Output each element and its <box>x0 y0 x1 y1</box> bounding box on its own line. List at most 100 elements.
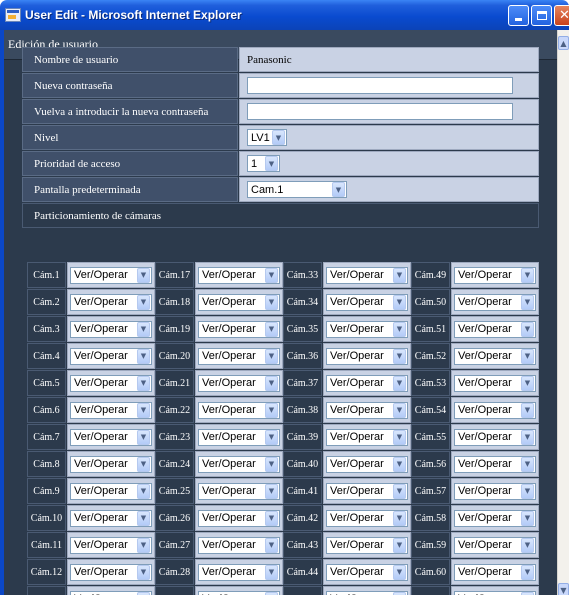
chevron-down-icon: ▼ <box>521 321 534 337</box>
camera-row: Cám.12 Ver/Operar ▼ Cám.28 Ver/Operar ▼ Cám.44… <box>27 559 539 585</box>
chevron-down-icon: ▼ <box>521 375 534 391</box>
camera-permission-value: Ver/Operar <box>74 323 128 335</box>
access-priority-select[interactable]: 1 ▼ <box>247 155 280 172</box>
camera-permission-select[interactable]: Ver/Operar▼ <box>70 320 152 338</box>
camera-permission-select[interactable]: Ver/Operar▼ <box>326 536 408 554</box>
camera-permission-select[interactable]: Ver/Operar▼ <box>454 482 536 500</box>
camera-permission-select[interactable]: Ver/Operar▼ <box>70 401 152 419</box>
camera-label: Cám.51 <box>411 316 450 342</box>
camera-label: Cám.33 <box>283 262 322 288</box>
camera-cell: Cám.2 Ver/Operar ▼ <box>27 289 155 315</box>
camera-permission-select[interactable]: Ver/Operar▼ <box>326 428 408 446</box>
camera-permission-select[interactable]: Ver/Operar▼ <box>454 509 536 527</box>
camera-label: Cám.38 <box>283 397 322 423</box>
camera-permission-select[interactable]: Ver/Operar▼ <box>326 374 408 392</box>
level-label: Nivel <box>22 125 238 150</box>
camera-permission-select[interactable]: Ver/Operar▼ <box>326 266 408 284</box>
camera-permission-select[interactable]: Ver/Operar▼ <box>70 374 152 392</box>
maximize-button[interactable] <box>531 5 552 26</box>
ie-window-icon <box>5 8 21 22</box>
camera-permission-select[interactable]: Ver/Operar▼ <box>70 590 152 595</box>
camera-permission-value: Ver/Operar <box>330 269 384 281</box>
camera-permission-value: Ver/Operar <box>458 566 512 578</box>
camera-permission-select[interactable]: Ver/Operar▼ <box>454 590 536 595</box>
camera-permission-select[interactable]: Ver/Operar▼ <box>326 590 408 595</box>
camera-permission-select[interactable]: Ver/Operar▼ <box>198 320 280 338</box>
camera-permission-select[interactable]: Ver/Operar▼ <box>198 536 280 554</box>
camera-permission-select[interactable]: Ver/Operar▼ <box>454 401 536 419</box>
camera-permission-select[interactable]: Ver/Operar▼ <box>454 428 536 446</box>
camera-cell: Cám.55 Ver/Operar ▼ <box>411 424 539 450</box>
camera-permission-cell: Ver/Operar▼ <box>451 316 539 342</box>
window-titlebar[interactable]: User Edit - Microsoft Internet Explorer … <box>0 0 569 30</box>
camera-permission-select[interactable]: Ver/Operar▼ <box>326 509 408 527</box>
camera-permission-select[interactable]: Ver/Operar▼ <box>198 509 280 527</box>
chevron-down-icon: ▼ <box>265 456 278 472</box>
scroll-down-button[interactable]: ▼ <box>558 583 569 595</box>
camera-permission-value: Ver/Operar <box>330 296 384 308</box>
camera-permission-select[interactable]: Ver/Operar▼ <box>454 347 536 365</box>
camera-permission-select[interactable]: Ver/Operar▼ <box>198 401 280 419</box>
camera-permission-select[interactable]: Ver/Operar▼ <box>454 455 536 473</box>
camera-permission-select[interactable]: Ver/Operar▼ <box>326 320 408 338</box>
camera-permission-select[interactable]: Ver/Operar▼ <box>326 347 408 365</box>
camera-row: Cám.4 Ver/Operar ▼ Cám.20 Ver/Operar ▼ Cám.36 V… <box>27 343 539 369</box>
scroll-up-button[interactable]: ▲ <box>558 36 569 50</box>
camera-permission-select[interactable]: Ver/Operar▼ <box>454 536 536 554</box>
camera-permission-select[interactable]: Ver/Operar▼ <box>198 347 280 365</box>
camera-permission-select[interactable]: Ver/Operar▼ <box>454 266 536 284</box>
camera-permission-select[interactable]: Ver/Operar▼ <box>454 293 536 311</box>
camera-permission-select[interactable]: Ver/Operar▼ <box>326 293 408 311</box>
camera-permission-select[interactable]: Ver/Operar▼ <box>70 563 152 581</box>
camera-permission-select[interactable]: Ver/Operar▼ <box>70 347 152 365</box>
confirm-password-field[interactable] <box>247 103 513 120</box>
camera-cell: Cám.21 Ver/Operar ▼ <box>155 370 283 396</box>
camera-permission-select[interactable]: Ver/Operar▼ <box>198 590 280 595</box>
camera-permission-select[interactable]: Ver/Operar▼ <box>70 266 152 284</box>
chevron-down-icon: ▼ <box>137 591 150 595</box>
vertical-scrollbar[interactable]: ▲ ▼ <box>557 30 569 595</box>
new-password-field[interactable] <box>247 77 513 94</box>
camera-permission-select[interactable]: Ver/Operar▼ <box>198 428 280 446</box>
camera-label: Cám.20 <box>155 343 194 369</box>
level-select[interactable]: LV1 ▼ <box>247 129 287 146</box>
minimize-button[interactable] <box>508 5 529 26</box>
camera-permission-cell: Ver/Operar▼ <box>67 586 155 595</box>
camera-permission-select[interactable]: Ver/Operar▼ <box>70 536 152 554</box>
camera-permission-select[interactable]: Ver/Operar▼ <box>198 563 280 581</box>
camera-permission-select[interactable]: Ver/Operar▼ <box>198 374 280 392</box>
camera-permission-select[interactable]: Ver/Operar▼ <box>198 455 280 473</box>
camera-permission-select[interactable]: Ver/Operar▼ <box>326 401 408 419</box>
camera-permission-select[interactable]: Ver/Operar▼ <box>70 482 152 500</box>
camera-label: Cám.12 <box>27 559 66 585</box>
camera-permission-select[interactable]: Ver/Operar▼ <box>326 482 408 500</box>
close-button[interactable]: ✕ <box>554 5 569 26</box>
camera-permission-select[interactable]: Ver/Operar▼ <box>70 455 152 473</box>
camera-permission-select[interactable]: Ver/Operar▼ <box>198 482 280 500</box>
camera-permission-cell: Ver/Operar▼ <box>451 424 539 450</box>
camera-permission-cell: Ver/Operar▼ <box>323 397 411 423</box>
camera-permission-select[interactable]: Ver/Operar▼ <box>326 455 408 473</box>
camera-cell: Cám.37 Ver/Operar ▼ <box>283 370 411 396</box>
camera-permission-select[interactable]: Ver/Operar▼ <box>70 428 152 446</box>
camera-cell: Cám.35 Ver/Operar ▼ <box>283 316 411 342</box>
form-row-new-password: Nueva contraseña <box>22 73 539 98</box>
camera-label: Cám.7 <box>27 424 66 450</box>
chevron-down-icon: ▼ <box>137 456 150 472</box>
camera-permission-value: Ver/Operar <box>202 566 256 578</box>
camera-cell: Cám.19 Ver/Operar ▼ <box>155 316 283 342</box>
camera-cell: Cám.36 Ver/Operar ▼ <box>283 343 411 369</box>
camera-permission-select[interactable]: Ver/Operar▼ <box>454 563 536 581</box>
camera-permission-select[interactable]: Ver/Operar▼ <box>454 374 536 392</box>
camera-permission-select[interactable]: Ver/Operar▼ <box>70 293 152 311</box>
default-screen-select[interactable]: Cam.1 ▼ <box>247 181 347 198</box>
camera-cell: Cám.9 Ver/Operar ▼ <box>27 478 155 504</box>
camera-permission-select[interactable]: Ver/Operar▼ <box>454 320 536 338</box>
level-cell: LV1 ▼ <box>239 125 539 150</box>
camera-label: Cám.60 <box>411 559 450 585</box>
camera-permission-select[interactable]: Ver/Operar▼ <box>326 563 408 581</box>
camera-permission-select[interactable]: Ver/Operar▼ <box>70 509 152 527</box>
camera-permission-select[interactable]: Ver/Operar▼ <box>198 293 280 311</box>
camera-permission-select[interactable]: Ver/Operar▼ <box>198 266 280 284</box>
chevron-down-icon: ▼ <box>521 483 534 499</box>
